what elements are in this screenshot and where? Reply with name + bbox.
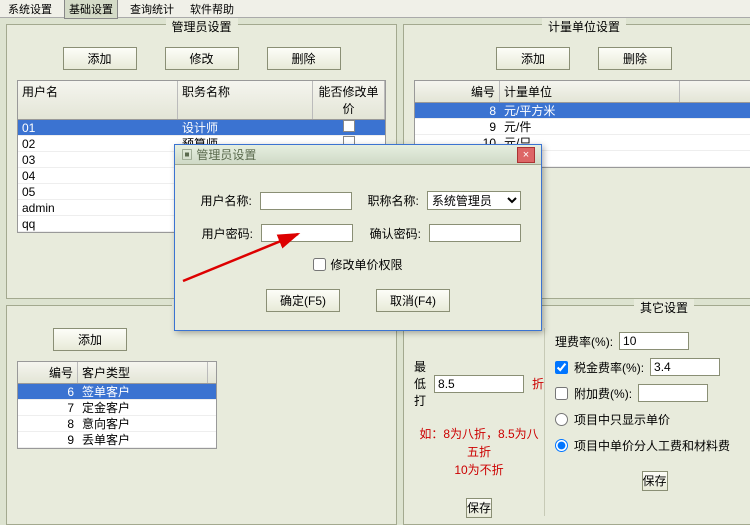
unit-col-name[interactable]: 计量单位 [500, 81, 680, 102]
password-input[interactable] [261, 224, 353, 242]
admin-col-can[interactable]: 能否修改单价 [313, 81, 385, 119]
price-split-label: 项目中单价分人工费和材料费 [574, 437, 730, 454]
unit-col-id[interactable]: 编号 [415, 81, 500, 102]
discount-input[interactable] [434, 375, 524, 393]
dialog-ok-button[interactable]: 确定(F5) [266, 289, 340, 312]
tax-checkbox[interactable] [555, 361, 568, 374]
discount-save-button[interactable]: 保存 [466, 498, 492, 518]
addl-fee-input[interactable] [638, 384, 708, 402]
admin-add-button[interactable]: 添加 [63, 47, 137, 70]
password2-label: 确认密码: [367, 225, 421, 242]
price-only-radio[interactable] [555, 413, 568, 426]
mgmt-rate-label: 理费率(%): [555, 333, 613, 350]
admin-dialog: ▣ 管理员设置 × 用户名称: 职称名称: 系统管理员 用户密码: 确认密码: … [174, 144, 542, 331]
modify-price-label: 修改单价权限 [330, 256, 402, 273]
panel-custtype: 客户类型 添加 编号 客户类型 6签单客户7定金客户8意向客户9丢单客户 [6, 305, 397, 525]
mgmt-rate-input[interactable] [619, 332, 689, 350]
discount-area: 最低打 折 如：8为八折，8.5为八五折 10为不折 保存 [414, 328, 544, 516]
admin-dialog-titlebar[interactable]: ▣ 管理员设置 × [175, 145, 541, 165]
admin-col-user[interactable]: 用户名 [18, 81, 178, 119]
addl-checkbox[interactable] [555, 387, 568, 400]
table-row[interactable]: 9丢单客户 [18, 432, 216, 448]
menubar: 系统设置 基础设置 查询统计 软件帮助 [0, 0, 750, 18]
discount-label-right: 折 [532, 375, 544, 392]
menu-query[interactable]: 查询统计 [126, 0, 178, 18]
admin-col-role[interactable]: 职务名称 [178, 81, 313, 119]
can-edit-checkbox[interactable] [343, 120, 355, 132]
username-input[interactable] [260, 192, 352, 210]
admin-delete-button[interactable]: 删除 [267, 47, 341, 70]
unit-add-button[interactable]: 添加 [496, 47, 570, 70]
addl-fee-label: 附加费(%): [574, 385, 632, 402]
discount-label-left: 最低打 [414, 358, 426, 409]
custtype-table: 编号 客户类型 6签单客户7定金客户8意向客户9丢单客户 [17, 361, 217, 449]
role-label: 职称名称: [366, 192, 419, 209]
password2-input[interactable] [429, 224, 521, 242]
tax-rate-label: 税金费率(%): [574, 359, 644, 376]
discount-hint: 如：8为八折，8.5为八五折 10为不折 [414, 425, 544, 479]
admin-dialog-title: ▣ 管理员设置 [181, 146, 256, 163]
other-save-button[interactable]: 保存 [642, 471, 668, 491]
custtype-add-button[interactable]: 添加 [53, 328, 127, 351]
panel-other-title: 其它设置 [634, 299, 694, 316]
custtype-col-id[interactable]: 编号 [18, 362, 78, 383]
panel-admin-title: 管理员设置 [165, 18, 237, 35]
close-icon[interactable]: × [517, 147, 535, 163]
tax-rate-input[interactable] [650, 358, 720, 376]
role-select[interactable]: 系统管理员 [427, 191, 521, 210]
menu-help[interactable]: 软件帮助 [186, 0, 238, 18]
unit-delete-button[interactable]: 删除 [598, 47, 672, 70]
menu-system[interactable]: 系统设置 [4, 0, 56, 18]
menu-base[interactable]: 基础设置 [64, 0, 118, 19]
dialog-cancel-button[interactable]: 取消(F4) [376, 289, 450, 312]
other-settings-area: 其它设置 理费率(%): 税金费率(%): 附加费(%): 项 [544, 328, 750, 516]
modify-price-checkbox[interactable] [313, 258, 326, 271]
price-only-label: 项目中只显示单价 [574, 411, 670, 428]
password-label: 用户密码: [195, 225, 253, 242]
custtype-col-type[interactable]: 客户类型 [78, 362, 208, 383]
panel-unit-title: 计量单位设置 [542, 18, 626, 35]
username-label: 用户名称: [195, 192, 252, 209]
price-split-radio[interactable] [555, 439, 568, 452]
admin-edit-button[interactable]: 修改 [165, 47, 239, 70]
panel-other: 最低打 折 如：8为八折，8.5为八五折 10为不折 保存 其它设置 理费率(%… [403, 305, 750, 525]
